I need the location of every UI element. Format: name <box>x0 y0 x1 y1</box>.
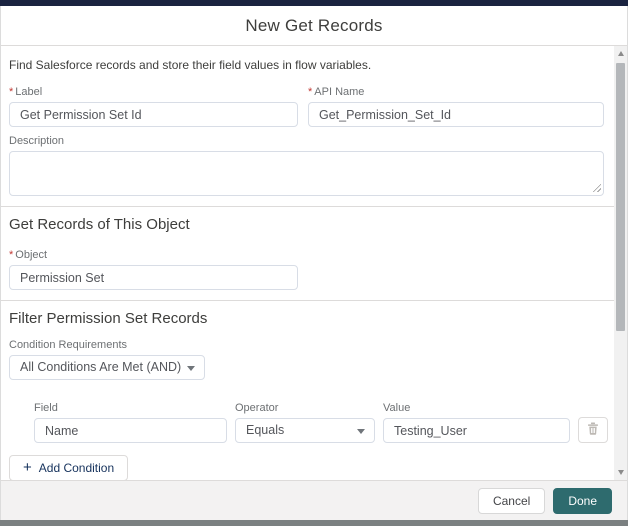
delete-condition-button[interactable] <box>578 417 608 443</box>
description-field-label: Description <box>9 135 604 147</box>
done-button[interactable]: Done <box>553 488 612 514</box>
label-field-group: *Label <box>9 86 298 127</box>
modal-header: New Get Records <box>1 6 627 46</box>
condition-value-group: Value <box>383 402 570 443</box>
section-divider <box>1 300 627 301</box>
scroll-up-arrow[interactable] <box>614 46 627 61</box>
required-asterisk: * <box>9 249 13 261</box>
add-condition-button[interactable]: + Add Condition <box>9 455 128 480</box>
condition-field-input[interactable] <box>34 418 227 443</box>
triangle-down-icon <box>618 470 624 475</box>
required-asterisk: * <box>9 86 13 98</box>
condition-operator-dropdown[interactable]: Equals <box>235 418 375 443</box>
modal-scroll-area: Find Salesforce records and store their … <box>1 46 627 480</box>
label-input[interactable] <box>9 102 298 127</box>
condition-operator-label: Operator <box>235 402 375 414</box>
add-condition-label: Add Condition <box>39 461 114 475</box>
vertical-scrollbar[interactable] <box>614 46 627 480</box>
modal-title: New Get Records <box>245 16 382 36</box>
cancel-button[interactable]: Cancel <box>478 488 545 514</box>
modal-footer: Cancel Done <box>1 480 627 520</box>
scroll-down-arrow[interactable] <box>614 465 627 480</box>
required-asterisk: * <box>308 86 312 98</box>
scrollbar-thumb[interactable] <box>616 63 625 331</box>
object-section-heading: Get Records of This Object <box>9 216 604 233</box>
filter-section-heading: Filter Permission Set Records <box>9 310 604 327</box>
description-textarea-wrap <box>9 151 604 196</box>
object-input[interactable] <box>9 265 298 290</box>
condition-field-label: Field <box>34 402 227 414</box>
object-field-group: *Object <box>9 249 298 290</box>
plus-icon: + <box>23 462 32 474</box>
description-textarea[interactable] <box>9 151 604 196</box>
api-name-field-group: *API Name <box>308 86 604 127</box>
intro-text: Find Salesforce records and store their … <box>9 58 604 72</box>
condition-operator-group: Operator Equals <box>235 402 375 443</box>
condition-requirements-label: Condition Requirements <box>9 339 205 351</box>
condition-requirements-group: Condition Requirements All Conditions Ar… <box>9 339 205 380</box>
object-field-label: *Object <box>9 249 298 261</box>
label-field-label: *Label <box>9 86 298 98</box>
new-get-records-modal: New Get Records Find Salesforce records … <box>0 6 628 520</box>
condition-row: Field Operator Equals Value <box>34 402 604 443</box>
condition-field-group: Field <box>34 402 227 443</box>
trash-icon <box>587 422 599 438</box>
app-frame: New Get Records Find Salesforce records … <box>0 0 628 526</box>
chevron-down-icon <box>187 366 195 371</box>
condition-operator-value: Equals <box>246 423 284 437</box>
condition-requirements-dropdown[interactable]: All Conditions Are Met (AND) <box>9 355 205 380</box>
description-field-group: Description <box>9 135 604 196</box>
condition-value-input[interactable] <box>383 418 570 443</box>
api-name-input[interactable] <box>308 102 604 127</box>
condition-requirements-value: All Conditions Are Met (AND) <box>20 360 181 374</box>
label-apiname-row: *Label *API Name <box>9 86 604 127</box>
section-divider <box>1 206 627 207</box>
chevron-down-icon <box>357 429 365 434</box>
modal-content: Find Salesforce records and store their … <box>1 58 627 480</box>
condition-value-label: Value <box>383 402 570 414</box>
bottom-window-bar <box>0 520 628 526</box>
api-name-field-label: *API Name <box>308 86 604 98</box>
triangle-up-icon <box>618 51 624 56</box>
